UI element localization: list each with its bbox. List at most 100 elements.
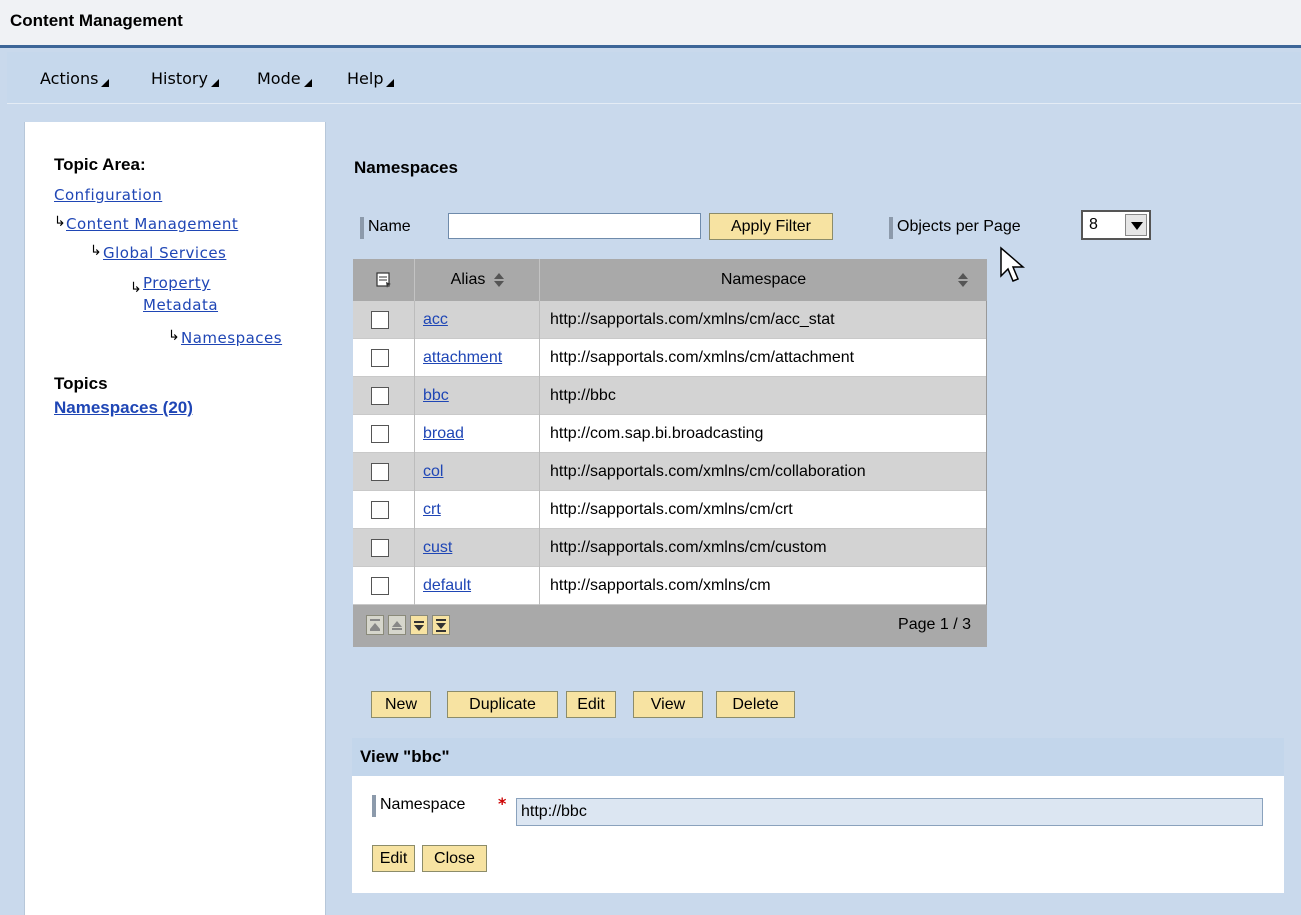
alias-cell: bbc [415,377,540,415]
breadcrumb-configuration[interactable]: Configuration [54,186,162,204]
hierarchy-arrow-icon: ↳ [130,280,142,296]
menu-help[interactable]: Help [347,69,395,88]
row-checkbox[interactable] [371,539,389,557]
detail-title: View "bbc" [360,747,450,766]
required-marker: * [498,794,507,813]
namespace-cell: http://sapportals.com/xmlns/cm/acc_stat [540,301,987,339]
detail-panel: View "bbc" Namespace * http://bbc Edit C… [352,738,1284,893]
table-header: Alias Namespace [353,259,987,301]
row-checkbox[interactable] [371,387,389,405]
row-checkbox[interactable] [371,311,389,329]
row-checkbox[interactable] [371,425,389,443]
table-row[interactable]: attachment http://sapportals.com/xmlns/c… [353,339,987,377]
dropdown-arrow-icon[interactable] [1125,214,1147,236]
alias-link[interactable]: crt [423,501,441,518]
alias-link[interactable]: attachment [423,349,502,366]
namespace-field[interactable]: http://bbc [516,798,1263,826]
menu-actions[interactable]: Actions [40,69,110,88]
alias-link[interactable]: bbc [423,387,449,404]
alias-link[interactable]: broad [423,425,464,442]
menu-bar: Actions History Mode Help [7,52,1301,104]
column-header-namespace[interactable]: Namespace [540,259,987,301]
sort-icon[interactable] [957,273,968,287]
duplicate-button[interactable]: Duplicate [447,691,558,718]
new-button[interactable]: New [371,691,431,718]
sort-icon[interactable] [493,272,505,287]
breadcrumb-property-metadata-line1[interactable]: Property [143,274,210,292]
alias-link[interactable]: acc [423,311,448,328]
menu-help-label: Help [347,69,384,88]
name-filter-input[interactable] [448,213,701,239]
breadcrumb-property-metadata-line2[interactable]: Metadata [143,296,218,314]
namespace-cell: http://bbc [540,377,987,415]
alias-cell: cust [415,529,540,567]
alias-cell: col [415,453,540,491]
row-select-cell [353,377,415,415]
menu-history[interactable]: History [151,69,219,88]
table-footer: Page 1 / 3 [353,605,987,647]
hierarchy-arrow-icon: ↳ [54,214,66,230]
table-row[interactable]: col http://sapportals.com/xmlns/cm/colla… [353,453,987,491]
table-row[interactable]: broad http://com.sap.bi.broadcasting [353,415,987,453]
view-button[interactable]: View [633,691,703,718]
table-row[interactable]: cust http://sapportals.com/xmlns/cm/cust… [353,529,987,567]
last-page-icon[interactable] [432,615,450,635]
topics-namespaces-link[interactable]: Namespaces (20) [54,398,193,418]
label-marker [372,795,376,817]
select-all-cell[interactable] [353,259,415,301]
name-filter-label: Name [368,218,411,235]
page-title: Namespaces [354,158,458,177]
topic-area-heading: Topic Area: [54,155,146,174]
alias-cell: crt [415,491,540,529]
table-row[interactable]: default http://sapportals.com/xmlns/cm [353,567,987,605]
title-bar: Content Management [0,0,1301,48]
objects-per-page-value: 8 [1089,216,1098,233]
label-marker [889,217,893,239]
breadcrumb-global-services[interactable]: Global Services [103,244,226,262]
alias-cell: broad [415,415,540,453]
mouse-cursor-icon [1000,246,1026,282]
breadcrumb-content-management[interactable]: Content Management [66,215,238,233]
namespace-cell: http://sapportals.com/xmlns/cm [540,567,987,605]
row-checkbox[interactable] [371,501,389,519]
column-header-alias-label: Alias [450,271,486,288]
content-area: Topic Area: Configuration ↳ Content Mana… [7,106,1301,915]
edit-button[interactable]: Edit [566,691,616,718]
table-row[interactable]: acc http://sapportals.com/xmlns/cm/acc_s… [353,301,987,339]
table-row[interactable]: crt http://sapportals.com/xmlns/cm/crt [353,491,987,529]
row-checkbox[interactable] [371,463,389,481]
namespace-cell: http://sapportals.com/xmlns/cm/custom [540,529,987,567]
alias-link[interactable]: col [423,463,443,480]
row-select-cell [353,491,415,529]
table-row[interactable]: bbc http://bbc [353,377,987,415]
submenu-triangle-icon [210,79,219,87]
delete-button[interactable]: Delete [716,691,795,718]
select-all-icon[interactable] [375,271,393,289]
alias-link[interactable]: default [423,577,471,594]
submenu-triangle-icon [386,79,395,87]
row-select-cell [353,567,415,605]
namespace-cell: http://sapportals.com/xmlns/cm/collabora… [540,453,987,491]
breadcrumb-namespaces[interactable]: Namespaces [181,329,282,347]
navigation-panel: Topic Area: Configuration ↳ Content Mana… [24,122,326,915]
detail-edit-button[interactable]: Edit [372,845,415,872]
menu-mode[interactable]: Mode [257,69,312,88]
page-indicator: Page 1 / 3 [898,616,971,633]
detail-close-button[interactable]: Close [422,845,487,872]
previous-page-icon[interactable] [388,615,406,635]
objects-per-page-select[interactable]: 8 [1081,210,1151,240]
namespace-field-label: Namespace [380,796,466,813]
row-checkbox[interactable] [371,349,389,367]
apply-filter-button[interactable]: Apply Filter [709,213,833,240]
row-select-cell [353,529,415,567]
first-page-icon[interactable] [366,615,384,635]
row-select-cell [353,301,415,339]
namespace-cell: http://sapportals.com/xmlns/cm/crt [540,491,987,529]
row-checkbox[interactable] [371,577,389,595]
next-page-icon[interactable] [410,615,428,635]
submenu-triangle-icon [101,79,110,87]
column-header-alias[interactable]: Alias [415,259,540,301]
namespace-cell: http://sapportals.com/xmlns/cm/attachmen… [540,339,987,377]
row-select-cell [353,415,415,453]
alias-link[interactable]: cust [423,539,452,556]
